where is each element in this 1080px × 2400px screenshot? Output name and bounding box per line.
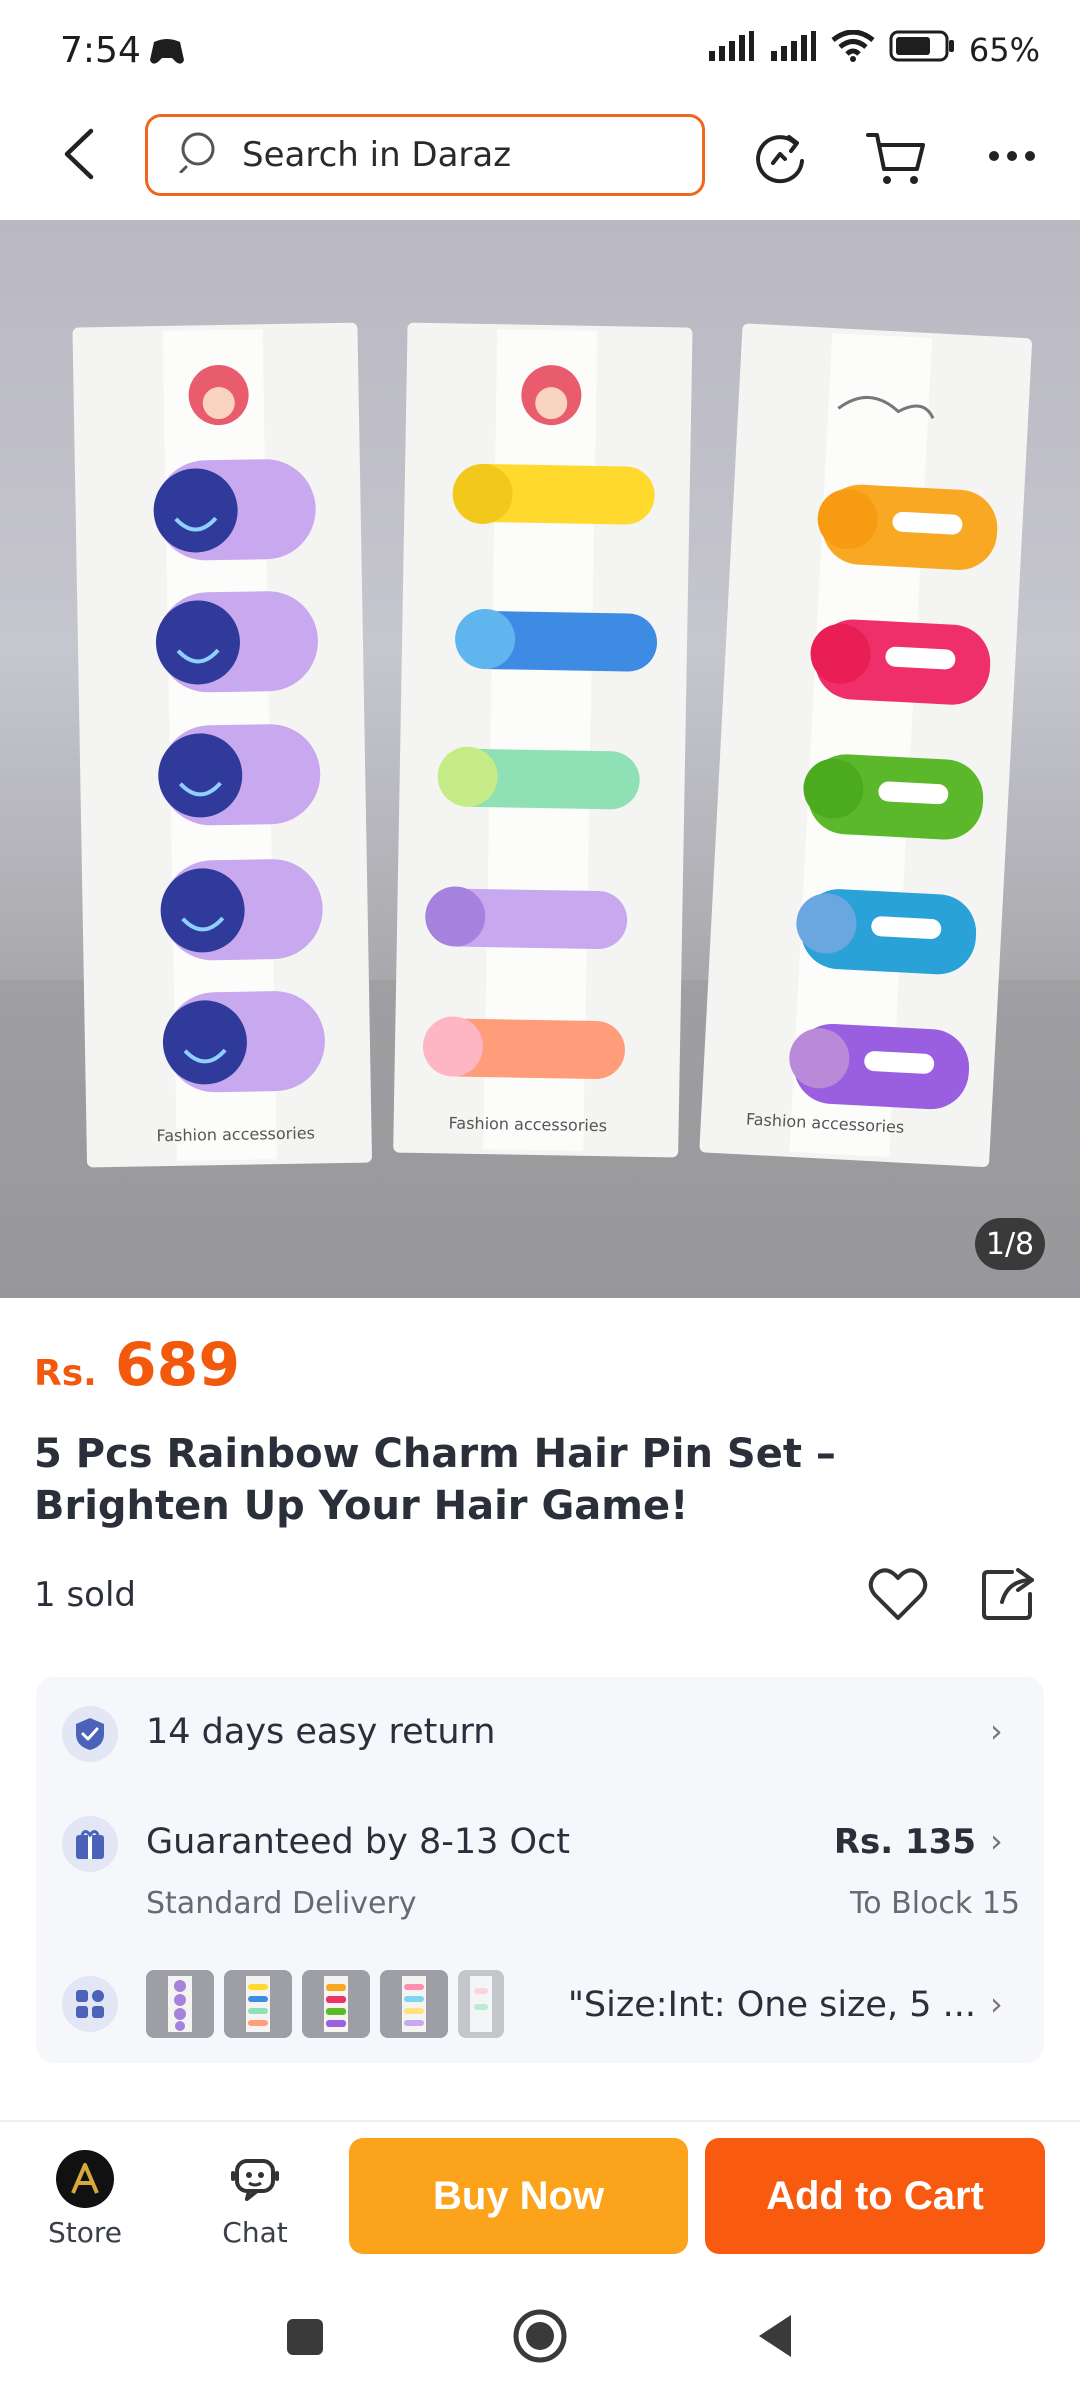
svg-text:Fashion accessories: Fashion accessories	[156, 1123, 315, 1145]
chevron-right-icon: ›	[990, 1822, 1003, 1860]
image-counter: 1/8	[975, 1218, 1045, 1270]
back-arrow-icon[interactable]	[48, 124, 108, 184]
return-policy: 14 days easy return	[146, 1712, 496, 1752]
search-placeholder: Search in Daraz	[242, 135, 512, 175]
price-currency: Rs.	[34, 1353, 97, 1394]
heart-icon[interactable]	[866, 1562, 930, 1626]
delivery-type: Standard Delivery	[146, 1886, 417, 1921]
variant-thumbnail[interactable]	[146, 1970, 214, 2038]
status-time: 7:54	[60, 30, 141, 71]
search-input[interactable]: Search in Daraz	[145, 114, 705, 196]
battery-level: 65%	[968, 31, 1040, 69]
variant-thumbnail[interactable]	[458, 1970, 504, 2038]
grid-icon	[62, 1976, 118, 2032]
chat-icon	[226, 2150, 284, 2208]
variant-thumbnail[interactable]	[302, 1970, 370, 2038]
product-title: 5 Pcs Rainbow Charm Hair Pin Set – Brigh…	[34, 1431, 836, 1529]
variant-thumbnail[interactable]	[380, 1970, 448, 2038]
delivery-fee: Rs. 135	[833, 1822, 976, 1862]
battery-icon	[889, 30, 955, 70]
chat-button[interactable]: Chat	[200, 2150, 310, 2260]
home-icon[interactable]	[508, 2304, 572, 2368]
product-photo: Fashion accessories Fashion accessories	[0, 322, 1080, 1298]
variant-thumbnail[interactable]	[224, 1970, 292, 2038]
signal-icon	[769, 31, 817, 69]
share-icon[interactable]	[976, 1562, 1040, 1626]
price: Rs. 689	[34, 1330, 240, 1400]
game-icon	[148, 38, 186, 70]
refresh-icon[interactable]	[748, 126, 812, 190]
svg-text:Fashion accessories: Fashion accessories	[448, 1113, 607, 1135]
chevron-right-icon: ›	[990, 1985, 1003, 2023]
parcel-icon	[62, 1816, 118, 1872]
product-image[interactable]: Fashion accessories Fashion accessories	[0, 220, 1080, 1298]
store-logo-icon	[56, 2150, 114, 2208]
variant-selection: "Size:Int: One size, 5 ...	[567, 1985, 976, 2025]
wifi-icon	[831, 29, 875, 70]
shield-icon	[62, 1706, 118, 1762]
delivery-location: To Block 15	[850, 1886, 1020, 1921]
back-nav-icon[interactable]	[750, 2308, 800, 2364]
buy-now-button[interactable]: Buy Now	[349, 2138, 688, 2254]
delivery-guarantee: Guaranteed by 8-13 Oct	[146, 1822, 571, 1862]
chat-label: Chat	[222, 2216, 288, 2249]
status-icons: 65%	[707, 29, 1040, 70]
add-to-cart-button[interactable]: Add to Cart	[705, 2138, 1045, 2254]
signal-icon	[707, 31, 755, 69]
chevron-right-icon: ›	[990, 1712, 1003, 1750]
status-bar: 7:54 65%	[0, 0, 1080, 105]
sold-count: 1 sold	[34, 1575, 136, 1615]
price-value: 689	[114, 1330, 241, 1400]
recents-icon[interactable]	[280, 2312, 330, 2362]
store-label: Store	[47, 2216, 122, 2249]
cart-icon[interactable]	[862, 126, 930, 190]
more-icon[interactable]	[982, 136, 1042, 176]
search-icon	[178, 129, 222, 182]
store-button[interactable]: Store	[30, 2150, 140, 2260]
